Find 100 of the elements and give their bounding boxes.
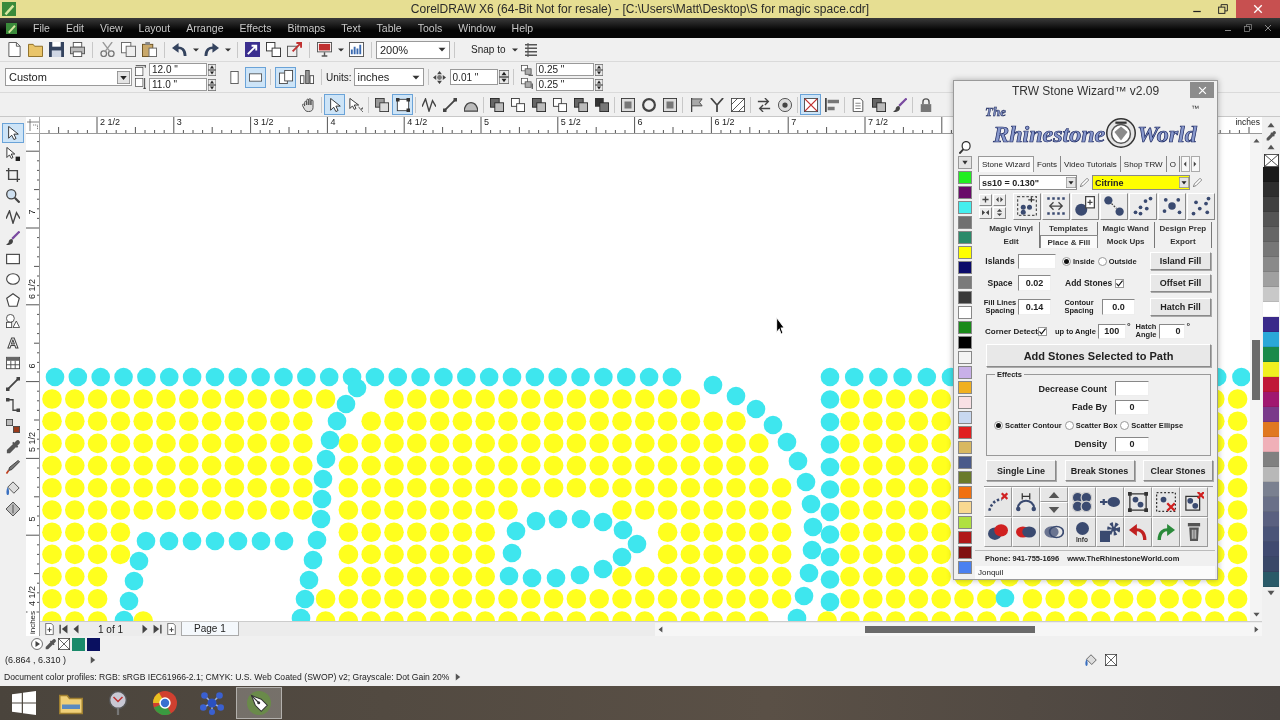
stone-color-dropdown[interactable]: Citrine [1092,175,1190,190]
arrow-right-icon[interactable] [90,656,97,664]
toolbar-button[interactable] [46,39,67,60]
color-swatch[interactable] [957,306,972,319]
spinner-icon[interactable] [208,78,216,91]
page-height-field[interactable]: 11.0 " [149,78,207,91]
taskbar-button[interactable] [236,687,282,719]
spinner-icon[interactable] [594,63,603,76]
color-swatch[interactable] [72,637,85,651]
restore-icon[interactable] [1244,24,1252,32]
spinner-icon[interactable] [498,70,509,84]
toolbar-button[interactable] [392,94,413,115]
tool-button[interactable] [2,123,24,144]
color-swatch[interactable] [957,276,972,289]
color-swatch[interactable] [957,336,972,349]
arrange-button[interactable] [993,206,1006,219]
space-field[interactable]: 0.02 [1018,275,1051,291]
snap-to-menu[interactable]: Snap to [471,44,506,55]
menu-item[interactable]: Text [333,22,369,34]
toolbar-button[interactable] [242,39,263,60]
color-swatch[interactable] [957,171,972,184]
color-swatch[interactable] [957,231,972,244]
page-width-field[interactable]: 12.0 " [149,63,207,76]
fill-bucket-icon[interactable] [1085,654,1098,666]
page-layout-button[interactable] [275,66,296,88]
fill-lines-spacing-field[interactable]: 0.14 [1018,299,1051,315]
previous-page-icon[interactable] [72,624,80,634]
next-page-icon[interactable] [141,624,150,634]
scroll-right-icon[interactable] [1254,625,1259,633]
fill-button[interactable]: Offset Fill [1150,274,1211,292]
toolbar-button[interactable] [263,39,284,60]
no-fill-icon[interactable] [58,638,70,650]
color-swatch[interactable] [957,321,972,334]
color-swatch[interactable] [957,216,972,229]
arrange-button[interactable] [979,193,992,206]
tab[interactable]: O [1166,156,1180,172]
first-page-icon[interactable] [59,624,68,634]
scroll-down-icon[interactable] [1267,590,1275,596]
close-icon[interactable] [1264,24,1272,32]
tab[interactable]: Video Tutorials [1061,156,1121,172]
toolbar-button[interactable] [346,39,367,60]
tab[interactable]: Fonts [1034,156,1062,172]
hatch-angle-field[interactable]: 0 [1159,323,1186,339]
add-page-icon[interactable] [44,623,55,635]
no-outline-icon[interactable] [1105,654,1118,666]
scroll-up-icon[interactable] [1267,122,1275,128]
toolbar-button[interactable] [284,39,305,60]
nudge-distance-field[interactable]: 0.01 " [449,69,498,85]
spinner-icon[interactable] [208,63,216,76]
color-swatch[interactable] [957,246,972,259]
eyedropper-icon[interactable] [1266,131,1276,141]
play-circle-icon[interactable] [31,638,43,650]
stone-size-dropdown[interactable]: ss10 = 0.130" [979,175,1077,190]
toolbar-button[interactable] [314,39,335,60]
color-swatch[interactable] [957,351,972,364]
horizontal-scrollbar[interactable] [655,622,1262,636]
menu-item[interactable]: Arrange [178,22,232,34]
color-swatch[interactable] [87,637,100,651]
menu-item[interactable]: Tools [409,22,451,34]
menu-item[interactable]: Window [450,22,504,34]
scroll-thumb[interactable] [1252,340,1260,400]
orientation-button[interactable] [245,66,266,88]
radio-button[interactable] [1062,256,1071,266]
tab[interactable]: Place & Fill [1040,235,1098,248]
menu-item[interactable]: Layout [130,22,179,34]
contour-spacing-field[interactable]: 0.0 [1102,299,1135,315]
toolbar-button[interactable] [800,94,821,115]
fill-button[interactable]: Hatch Fill [1150,298,1211,316]
checkbox[interactable] [1037,326,1047,336]
color-swatch[interactable] [957,291,972,304]
spinner-icon[interactable] [594,78,603,91]
fill-button[interactable]: Island Fill [1150,252,1211,270]
toolbar-button[interactable] [67,39,88,60]
radio-button[interactable] [1097,256,1107,266]
scroll-down-icon[interactable] [1252,612,1260,617]
tab[interactable]: Shop TRW [1120,156,1167,172]
add-to-path-button[interactable]: Add Stones Selected to Path [986,344,1211,367]
tab-scroll-right-button[interactable] [1190,156,1200,172]
page-size-dropdown[interactable]: Custom [5,68,132,86]
page-tab[interactable]: Page 1 [181,622,239,636]
close-button[interactable] [1190,82,1214,98]
tab[interactable]: Design Prep [1154,222,1212,235]
toolbar-button[interactable] [139,39,160,60]
zoom-level-dropdown[interactable]: 200% [376,40,450,59]
scroll-thumb[interactable] [865,625,1035,633]
duplicate-distance-field[interactable]: 0.25 " [535,63,594,76]
vertical-scrollbar[interactable] [1250,134,1262,621]
menu-item[interactable]: Effects [231,22,280,34]
last-page-icon[interactable] [153,624,163,634]
magnifier-icon[interactable] [958,141,971,154]
tab[interactable]: Stone Wizard [978,156,1035,172]
arrange-button[interactable] [993,193,1006,206]
islands-field[interactable] [1018,253,1056,269]
add-page-icon[interactable] [166,623,178,635]
menu-item[interactable]: Bitmaps [279,22,334,34]
color-swatch[interactable] [957,261,972,274]
tab[interactable]: Export [1154,235,1212,248]
eyedropper-icon[interactable] [45,638,56,650]
dropdown-button[interactable] [957,156,972,169]
menu-item[interactable]: Table [368,22,410,34]
